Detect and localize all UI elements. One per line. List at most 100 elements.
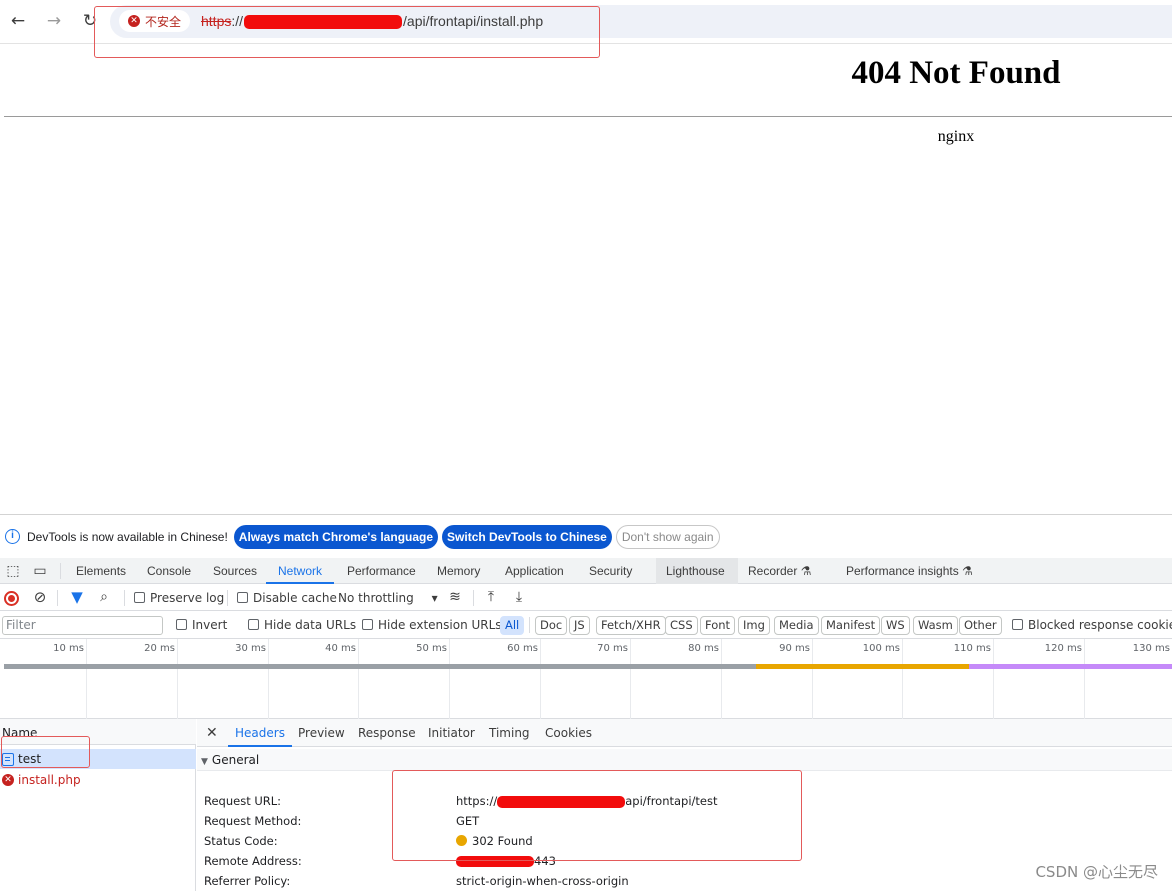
checkbox-box	[237, 592, 248, 603]
tab-lighthouse[interactable]: Lighthouse	[656, 558, 738, 584]
switch-language-button[interactable]: Switch DevTools to Chinese	[442, 524, 612, 549]
blocked-cookies-checkbox[interactable]: Blocked response cookies	[1012, 612, 1172, 638]
tick-label: 120 ms	[1044, 643, 1082, 654]
clear-icon[interactable]: ⊘	[31, 588, 49, 606]
annotation-box	[94, 6, 600, 58]
tab-recorder-label: Recorder	[748, 564, 798, 578]
tab-cookies[interactable]: Cookies	[545, 719, 592, 747]
forward-arrow-icon[interactable]: →	[43, 10, 65, 32]
status-code-key: Status Code:	[204, 834, 278, 848]
filter-type-fetch-xhr[interactable]: Fetch/XHR	[596, 616, 666, 635]
info-icon: i	[5, 529, 20, 544]
separator	[529, 617, 530, 633]
filter-type-doc[interactable]: Doc	[535, 616, 568, 635]
triangle-down-icon: ▼	[201, 757, 208, 767]
tick-label: 100 ms	[862, 643, 900, 654]
filter-type-manifest[interactable]: Manifest	[821, 616, 881, 635]
referrer-policy-key: Referrer Policy:	[204, 874, 291, 888]
checkbox-box	[248, 619, 259, 630]
device-toolbar-icon[interactable]: ▭	[31, 562, 49, 580]
separator	[57, 590, 58, 606]
tab-recorder[interactable]: Recorder ⚗	[748, 558, 811, 584]
annotation-box	[1, 736, 90, 768]
request-row[interactable]: ✕ install.php	[0, 770, 196, 790]
request-method-key: Request Method:	[204, 814, 302, 828]
invert-label: Invert	[192, 618, 228, 632]
search-icon[interactable]: ⌕	[95, 588, 113, 606]
dont-show-again-button[interactable]: Don't show again	[615, 524, 720, 549]
tick-label: 10 ms	[53, 643, 84, 654]
tab-network[interactable]: Network	[266, 558, 335, 584]
gridline	[268, 639, 269, 719]
error-icon: ✕	[2, 774, 14, 786]
browser-toolbar: ← → ↻ ✕ 不安全 https:///api/frontapi/instal…	[0, 0, 1172, 58]
annotation-box	[392, 770, 802, 861]
tab-timing[interactable]: Timing	[489, 719, 530, 747]
inspect-element-icon[interactable]: ⬚	[4, 562, 22, 580]
export-har-icon[interactable]: ⤓	[510, 588, 528, 606]
gridline	[902, 639, 903, 719]
back-arrow-icon[interactable]: ←	[7, 10, 29, 32]
separator	[227, 590, 228, 606]
gridline	[1084, 639, 1085, 719]
tab-response[interactable]: Response	[358, 719, 416, 747]
tab-headers[interactable]: Headers	[228, 719, 292, 747]
filter-input[interactable]: Filter	[2, 616, 163, 635]
record-icon[interactable]	[4, 591, 19, 606]
tab-console[interactable]: Console	[147, 558, 191, 584]
network-overview[interactable]: 10 ms 20 ms 30 ms 40 ms 50 ms 60 ms 70 m…	[0, 639, 1172, 719]
devtools-tabs: ⬚ ▭ Elements Console Sources Network Per…	[0, 558, 1172, 584]
filter-type-img[interactable]: Img	[738, 616, 770, 635]
network-toolbar: ⊘ ▼ ⌕ Preserve log Disable cache No thro…	[0, 585, 1172, 611]
gridline	[540, 639, 541, 719]
separator	[60, 563, 61, 579]
invert-checkbox[interactable]: Invert	[176, 612, 227, 638]
hide-data-urls-checkbox[interactable]: Hide data URLs	[248, 612, 356, 638]
devtools-panel: i DevTools is now available in Chinese! …	[0, 514, 1172, 891]
hide-extension-urls-checkbox[interactable]: Hide extension URLs	[362, 612, 502, 638]
preserve-log-label: Preserve log	[150, 591, 225, 605]
language-infobar: i DevTools is now available in Chinese! …	[0, 515, 1172, 558]
close-icon[interactable]: ✕	[206, 719, 218, 747]
gridline	[449, 639, 450, 719]
tab-initiator[interactable]: Initiator	[428, 719, 475, 747]
network-conditions-icon[interactable]: ≋	[446, 588, 464, 606]
match-language-button[interactable]: Always match Chrome's language	[233, 524, 439, 549]
referrer-policy-value: strict-origin-when-cross-origin	[456, 874, 629, 888]
filter-type-other[interactable]: Other	[959, 616, 1002, 635]
timeline-bar-waiting	[4, 664, 756, 669]
filter-type-font[interactable]: Font	[700, 616, 736, 635]
request-url-key: Request URL:	[204, 794, 282, 808]
general-section-header[interactable]: ▼ General	[197, 749, 1172, 771]
tick-label: 70 ms	[597, 643, 628, 654]
filter-type-ws[interactable]: WS	[881, 616, 910, 635]
tab-elements[interactable]: Elements	[76, 558, 126, 584]
filter-type-all[interactable]: All	[500, 616, 525, 635]
tab-performance[interactable]: Performance	[347, 558, 416, 584]
tick-label: 20 ms	[144, 643, 175, 654]
separator	[473, 590, 474, 606]
tab-preview[interactable]: Preview	[298, 719, 345, 747]
disable-cache-checkbox[interactable]: Disable cache	[237, 585, 337, 611]
disable-cache-label: Disable cache	[253, 591, 337, 605]
gridline	[358, 639, 359, 719]
tab-sources[interactable]: Sources	[213, 558, 257, 584]
tick-label: 50 ms	[416, 643, 447, 654]
flask-icon: ⚗	[962, 564, 973, 578]
remote-address-key: Remote Address:	[204, 854, 302, 868]
gridline	[86, 639, 87, 719]
tab-performance-insights[interactable]: Performance insights ⚗	[846, 558, 973, 584]
throttling-select[interactable]: No throttling ▾	[338, 585, 438, 611]
tab-application[interactable]: Application	[505, 558, 564, 584]
filter-type-css[interactable]: CSS	[665, 616, 698, 635]
request-name: install.php	[18, 773, 81, 787]
filter-icon[interactable]: ▼	[68, 588, 86, 606]
filter-type-media[interactable]: Media	[774, 616, 819, 635]
tab-security[interactable]: Security	[589, 558, 632, 584]
preserve-log-checkbox[interactable]: Preserve log	[134, 585, 224, 611]
request-detail-panel: ✕ Headers Preview Response Initiator Tim…	[197, 719, 1172, 891]
import-har-icon[interactable]: ⤒	[482, 588, 500, 606]
filter-type-js[interactable]: JS	[569, 616, 590, 635]
filter-type-wasm[interactable]: Wasm	[913, 616, 958, 635]
tab-memory[interactable]: Memory	[437, 558, 480, 584]
